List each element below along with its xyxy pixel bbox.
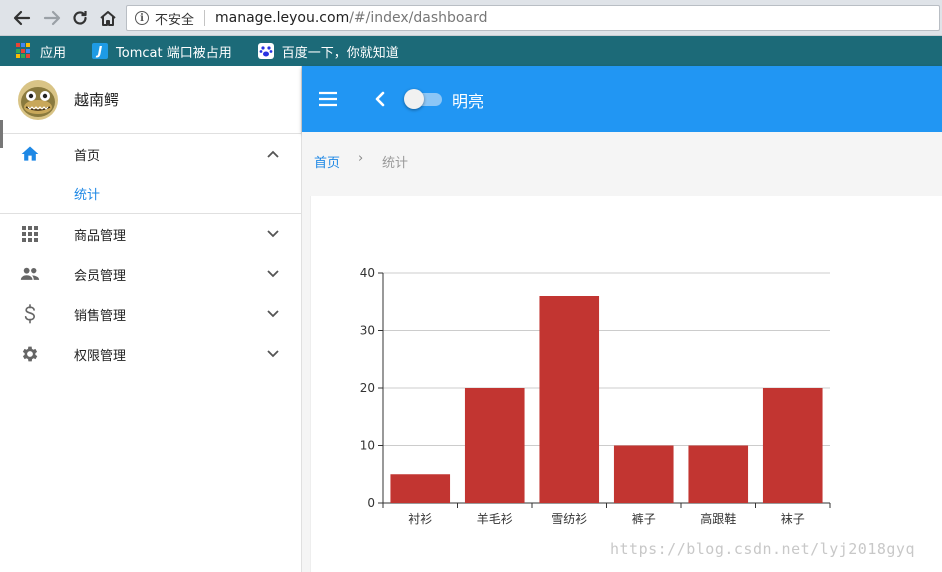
bookmark-label: 百度一下，你就知道 [281,45,399,61]
baidu-paw-icon [257,43,274,59]
chevron-down-icon [267,350,279,358]
bar[interactable] [613,445,674,504]
content-gutter [302,196,310,572]
menu-icon[interactable] [318,89,338,109]
bookmarks-bar: 应用 J Tomcat 端口被占用 百度一下，你就知道 [0,36,942,66]
chevron-down-icon [267,310,279,318]
username: 越南鳄 [74,91,120,109]
sidebar-subitem-label: 统计 [74,188,101,203]
sidebar-item-products[interactable]: 商品管理 [0,214,301,254]
sidebar-item-permissions[interactable]: 权限管理 [0,334,301,374]
y-tick-label: 0 [367,496,375,510]
bar[interactable] [762,388,823,503]
sidebar-item-sales[interactable]: 销售管理 [0,294,301,334]
bar[interactable] [390,474,451,503]
bookmark-apps[interactable]: 应用 [16,42,66,61]
sidebar-item-label: 首页 [74,148,101,164]
x-tick-label: 羊毛衫 [477,511,513,526]
breadcrumb-current: 统计 [382,156,409,171]
browser-reload-button[interactable] [68,6,92,30]
user-profile[interactable]: 越南鳄 [0,66,301,134]
apps-grid-icon [16,43,32,59]
chevron-down-icon [267,230,279,238]
x-tick-label: 雪纺衫 [551,512,587,526]
x-tick-label: 袜子 [781,512,805,526]
sidebar-item-home[interactable]: 首页 [0,134,301,174]
url-input[interactable]: i 不安全 manage.leyou.com/#/index/dashboard [126,5,940,31]
bookmark-baidu[interactable]: 百度一下，你就知道 [257,42,399,61]
y-tick-label: 20 [360,381,375,395]
breadcrumb-separator: › [358,151,364,166]
dashboard-content: 0 10 20 30 40 衬衫 羊毛衫 雪纺衫 裤子 高跟鞋 袜子 [310,196,942,572]
sidebar: 越南鳄 首页 统计 商品管理 会员管理 销售管理 权限管理 [0,66,302,572]
sidebar-item-members[interactable]: 会员管理 [0,254,301,294]
x-tick-label: 裤子 [632,512,656,526]
browser-back-button[interactable] [10,6,34,30]
theme-mode-label: 明亮 [452,92,485,111]
security-label: 不安全 [155,12,195,28]
arrow-left-icon [13,10,31,26]
arrow-right-icon [43,10,61,26]
chevron-up-icon [267,150,279,158]
sidebar-item-label: 权限管理 [74,348,127,364]
app-toolbar: 明亮 [302,66,942,132]
active-indicator [0,120,3,148]
bar[interactable] [464,388,525,503]
y-tick-label: 40 [360,266,375,280]
theme-toggle[interactable] [404,89,442,109]
toggle-knob [404,89,424,109]
bar[interactable] [688,445,749,504]
nav-group-home: 首页 统计 [0,134,301,214]
url-divider [204,10,206,26]
browser-address-bar: i 不安全 manage.leyou.com/#/index/dashboard [0,0,942,36]
j-app-icon: J [92,43,109,59]
bar-chart: 0 10 20 30 40 衬衫 羊毛衫 雪纺衫 裤子 高跟鞋 袜子 [360,266,831,526]
bar[interactable] [539,296,600,503]
url-host: manage.leyou.com [215,10,350,26]
watermark: https://blog.csdn.net/lyj2018gyq [610,540,915,558]
sidebar-item-label: 商品管理 [74,228,127,244]
info-icon[interactable]: i [135,11,149,25]
people-icon [20,264,40,284]
y-tick-label: 10 [360,439,375,453]
sidebar-item-label: 会员管理 [74,268,127,284]
chevron-left-icon[interactable] [372,90,388,108]
settings-icon [20,344,40,364]
x-tick-label: 高跟鞋 [700,511,736,526]
chevron-down-icon [267,270,279,278]
apps-icon [20,224,40,244]
browser-forward-button[interactable] [40,6,64,30]
sidebar-item-label: 销售管理 [74,308,127,324]
sidebar-subitem-statistics[interactable]: 统计 [0,174,301,214]
home-outline-icon [100,11,116,26]
x-tick-label: 衬衫 [408,512,432,526]
bookmark-label: Tomcat 端口被占用 [116,45,232,61]
browser-home-button[interactable] [96,6,120,30]
breadcrumb: 首页 › 统计 [302,132,942,196]
y-tick-label: 30 [360,324,375,338]
dollar-icon [20,304,40,324]
home-icon [20,144,40,164]
reload-icon [73,11,87,25]
bookmark-label: 应用 [40,45,67,61]
avatar [18,79,58,120]
url-path: /#/index/dashboard [349,10,488,26]
bookmark-tomcat[interactable]: J Tomcat 端口被占用 [92,42,232,61]
breadcrumb-home-link[interactable]: 首页 [314,152,340,171]
